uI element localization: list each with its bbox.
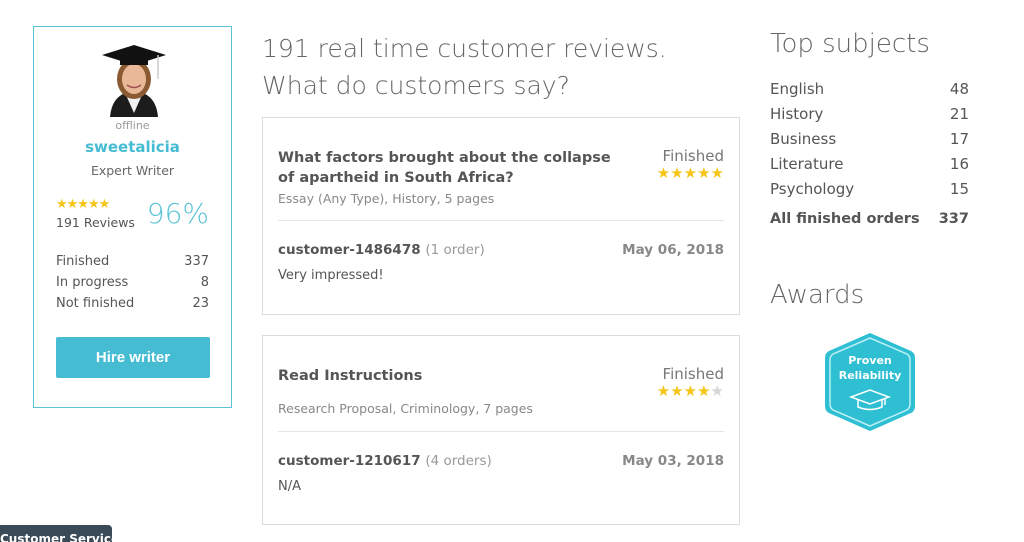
reviews-count[interactable]: 191 Reviews bbox=[56, 215, 135, 230]
stat-not-finished: Not finished 23 bbox=[56, 293, 209, 314]
review-order-meta: Research Proposal, Criminology, 7 pages bbox=[278, 401, 533, 416]
subject-total-row: All finished orders 337 bbox=[770, 211, 969, 227]
order-stats: Finished 337 In progress 8 Not finished … bbox=[56, 251, 209, 314]
star-filled-icon: ★ bbox=[656, 382, 671, 400]
review-text: N/A bbox=[278, 479, 301, 494]
subject-row: History 21 bbox=[770, 102, 969, 127]
subject-label: Literature bbox=[770, 155, 844, 173]
subject-row: English 48 bbox=[770, 77, 969, 102]
review-order-meta: Essay (Any Type), History, 5 pages bbox=[278, 191, 495, 206]
subject-count: 17 bbox=[949, 130, 969, 148]
review-title[interactable]: What factors brought about the collapse … bbox=[278, 148, 623, 188]
star-filled-icon: ★ bbox=[656, 164, 671, 182]
review-status: Finished bbox=[662, 365, 724, 383]
reviews-heading: 191 real time customer reviews. What do … bbox=[262, 30, 667, 104]
star-filled-icon: ★ bbox=[697, 164, 711, 182]
review-date: May 03, 2018 bbox=[622, 453, 724, 469]
subject-count: 21 bbox=[949, 105, 969, 123]
subject-label: English bbox=[770, 80, 825, 98]
badge-text: Proven Reliability bbox=[823, 353, 917, 383]
online-status: offline bbox=[115, 119, 150, 132]
subject-count: 16 bbox=[949, 155, 969, 173]
total-value: 337 bbox=[938, 211, 969, 227]
subject-label: Psychology bbox=[770, 180, 855, 198]
review-card: Read Instructions Finished ★★★★★ Researc… bbox=[262, 335, 740, 525]
star-filled-icon: ★ bbox=[697, 382, 711, 400]
reviews-heading-line2: What do customers say? bbox=[262, 71, 570, 100]
divider bbox=[278, 220, 724, 221]
stat-label: Finished bbox=[56, 254, 110, 269]
stat-label: Not finished bbox=[56, 296, 135, 311]
award-badge-proven-reliability: Proven Reliability bbox=[823, 331, 917, 433]
subject-row: Literature 16 bbox=[770, 152, 969, 177]
stat-value: 8 bbox=[200, 275, 209, 290]
review-card: What factors brought about the collapse … bbox=[262, 117, 740, 315]
star-filled-icon: ★ bbox=[683, 164, 698, 182]
stat-in-progress: In progress 8 bbox=[56, 272, 209, 293]
writer-role: Expert Writer bbox=[90, 163, 175, 178]
review-customer: customer-1486478 (1 order) bbox=[278, 242, 485, 258]
star-empty-icon: ★ bbox=[710, 382, 724, 400]
star-filled-icon: ★ bbox=[683, 382, 698, 400]
stat-value: 337 bbox=[184, 254, 209, 269]
stat-finished: Finished 337 bbox=[56, 251, 209, 272]
writer-avatar-image bbox=[96, 41, 172, 117]
customer-id: customer-1486478 bbox=[278, 242, 421, 258]
top-subjects-heading: Top subjects bbox=[770, 29, 930, 59]
review-date: May 06, 2018 bbox=[622, 242, 724, 258]
customer-orders: (4 orders) bbox=[425, 453, 492, 469]
review-title[interactable]: Read Instructions bbox=[278, 366, 623, 386]
subject-count: 48 bbox=[949, 80, 969, 98]
customer-id: customer-1210617 bbox=[278, 453, 421, 469]
stat-label: In progress bbox=[56, 275, 129, 290]
review-rating-stars: ★★★★★ bbox=[657, 164, 724, 182]
subject-row: Business 17 bbox=[770, 127, 969, 152]
avatar[interactable] bbox=[96, 41, 172, 117]
top-subjects-list: English 48 History 21 Business 17 Litera… bbox=[770, 77, 969, 227]
subject-label: History bbox=[770, 105, 824, 123]
writer-profile-card: offline sweetalicia Expert Writer ★★★★★ … bbox=[33, 26, 232, 408]
review-customer: customer-1210617 (4 orders) bbox=[278, 453, 492, 469]
review-status: Finished bbox=[662, 147, 724, 165]
badge-line2: Reliability bbox=[838, 369, 902, 382]
subject-count: 15 bbox=[949, 180, 969, 198]
stat-value: 23 bbox=[192, 296, 209, 311]
subject-row: Psychology 15 bbox=[770, 177, 969, 202]
customer-service-tab[interactable]: Customer Service bbox=[0, 525, 112, 542]
badge-line1: Proven bbox=[848, 354, 892, 367]
star-filled-icon: ★ bbox=[710, 164, 724, 182]
review-text: Very impressed! bbox=[278, 268, 384, 283]
success-percent: 96% bbox=[146, 197, 209, 230]
total-label: All finished orders bbox=[770, 211, 920, 227]
star-filled-icon: ★ bbox=[670, 164, 684, 182]
awards-heading: Awards bbox=[770, 280, 865, 310]
writer-username[interactable]: sweetalicia bbox=[34, 138, 231, 156]
divider bbox=[278, 431, 724, 432]
review-rating-stars: ★★★★★ bbox=[657, 382, 724, 400]
reviews-heading-line1: 191 real time customer reviews. bbox=[262, 34, 667, 63]
subject-label: Business bbox=[770, 130, 837, 148]
customer-orders: (1 order) bbox=[425, 242, 485, 258]
star-filled-icon: ★ bbox=[670, 382, 684, 400]
rating-stars: ★★★★★ bbox=[56, 197, 110, 212]
hire-writer-button[interactable]: Hire writer bbox=[56, 337, 210, 378]
